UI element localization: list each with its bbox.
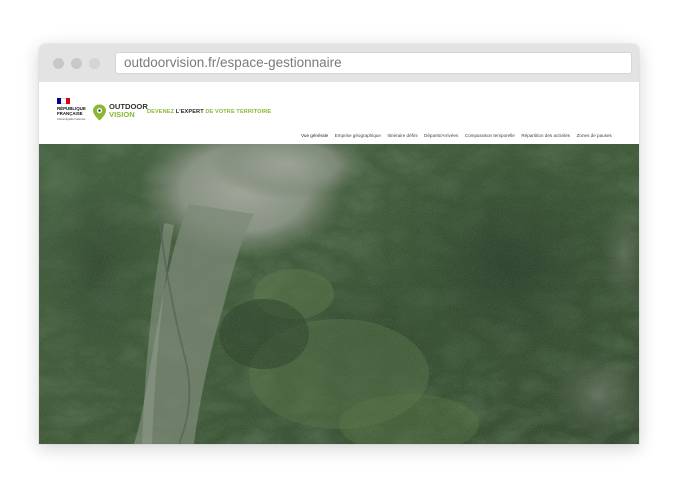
close-dot-icon[interactable] [53,58,64,69]
browser-toolbar: outdoorvision.fr/espace-gestionnaire [39,44,639,82]
republique-motto: Liberté Égalité Fraternité [57,118,86,121]
address-bar[interactable]: outdoorvision.fr/espace-gestionnaire [115,52,632,74]
satellite-map-image [39,144,639,444]
minimize-dot-icon[interactable] [71,58,82,69]
tagline-part2: L'EXPERT [175,109,204,115]
brand-line2: VISION [109,110,135,119]
tab-itineraire-defini[interactable]: Itinéraire défini [387,132,417,144]
tab-zones-de-pauses[interactable]: Zones de pauses [577,132,612,144]
tab-repartition-activites[interactable]: Répartition des activités [521,132,570,144]
republique-francaise-logo[interactable]: RÉPUBLIQUE FRANÇAISE Liberté Égalité Fra… [57,98,91,121]
republique-line2: FRANÇAISE [57,111,83,116]
browser-window: outdoorvision.fr/espace-gestionnaire RÉP… [39,44,639,444]
main-nav: Vue générale Emprise géographique Itinér… [298,132,618,147]
tab-emprise-geographique[interactable]: Emprise géographique [335,132,381,144]
tagline-part3: DE VOTRE TERRITOIRE [205,109,272,115]
maximize-dot-icon[interactable] [89,58,100,69]
tab-comparaison-temporelle[interactable]: Comparaison temporelle [465,132,515,144]
tab-vue-generale[interactable]: Vue générale [298,132,331,147]
outdoorvision-pin-icon[interactable] [92,104,107,121]
satellite-map[interactable] [39,144,639,444]
brand-name[interactable]: OUTDOOR VISION [109,103,148,119]
tagline-part1: DEVENEZ [147,109,175,115]
french-flag-icon [57,98,70,104]
tagline: DEVENEZ L'EXPERT DE VOTRE TERRITOIRE [147,109,271,115]
address-bar-url: outdoorvision.fr/espace-gestionnaire [124,55,342,70]
tab-departs-arrivees[interactable]: Départs/Arrivées [424,132,458,144]
